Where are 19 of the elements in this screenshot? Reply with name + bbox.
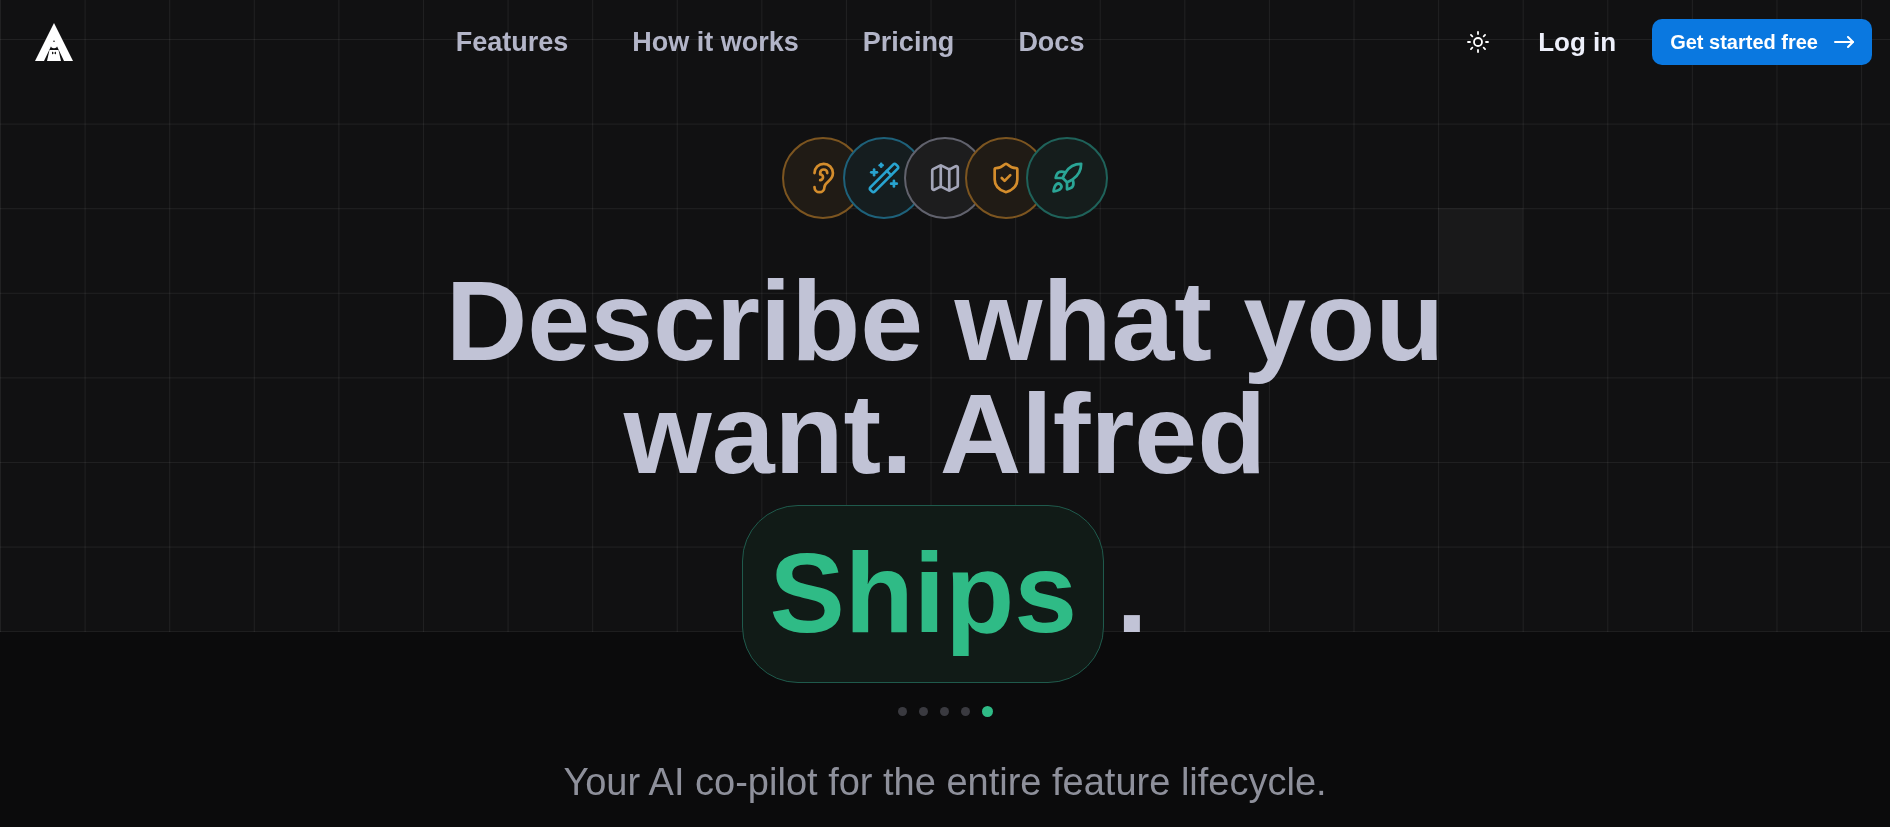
highlighted-word: Ships [742, 505, 1105, 683]
carousel-dot[interactable] [897, 707, 907, 716]
headline-period: . [1116, 537, 1148, 650]
nav-link[interactable]: Features [455, 26, 569, 58]
nav-link[interactable]: How it works [632, 26, 799, 58]
login-link[interactable]: Log in [1538, 26, 1617, 58]
get-started-button[interactable]: Get started free [1652, 19, 1872, 65]
logo-icon[interactable] [34, 22, 74, 62]
carousel-dot[interactable] [960, 707, 970, 716]
carousel-dot[interactable] [918, 707, 928, 716]
nav-link[interactable]: Pricing [862, 26, 955, 58]
subtitle: Your AI co-pilot for the entire feature lifecycle. [563, 760, 1327, 805]
sun-icon[interactable] [1466, 30, 1491, 54]
nav-link[interactable]: Docs [1018, 26, 1085, 58]
headline: Describe what you want. Alfred [444, 265, 1446, 491]
rocket-icon [1026, 137, 1108, 219]
carousel-dot[interactable] [981, 706, 993, 717]
carousel-dot[interactable] [939, 707, 949, 716]
arrow-right-icon [1834, 36, 1854, 48]
